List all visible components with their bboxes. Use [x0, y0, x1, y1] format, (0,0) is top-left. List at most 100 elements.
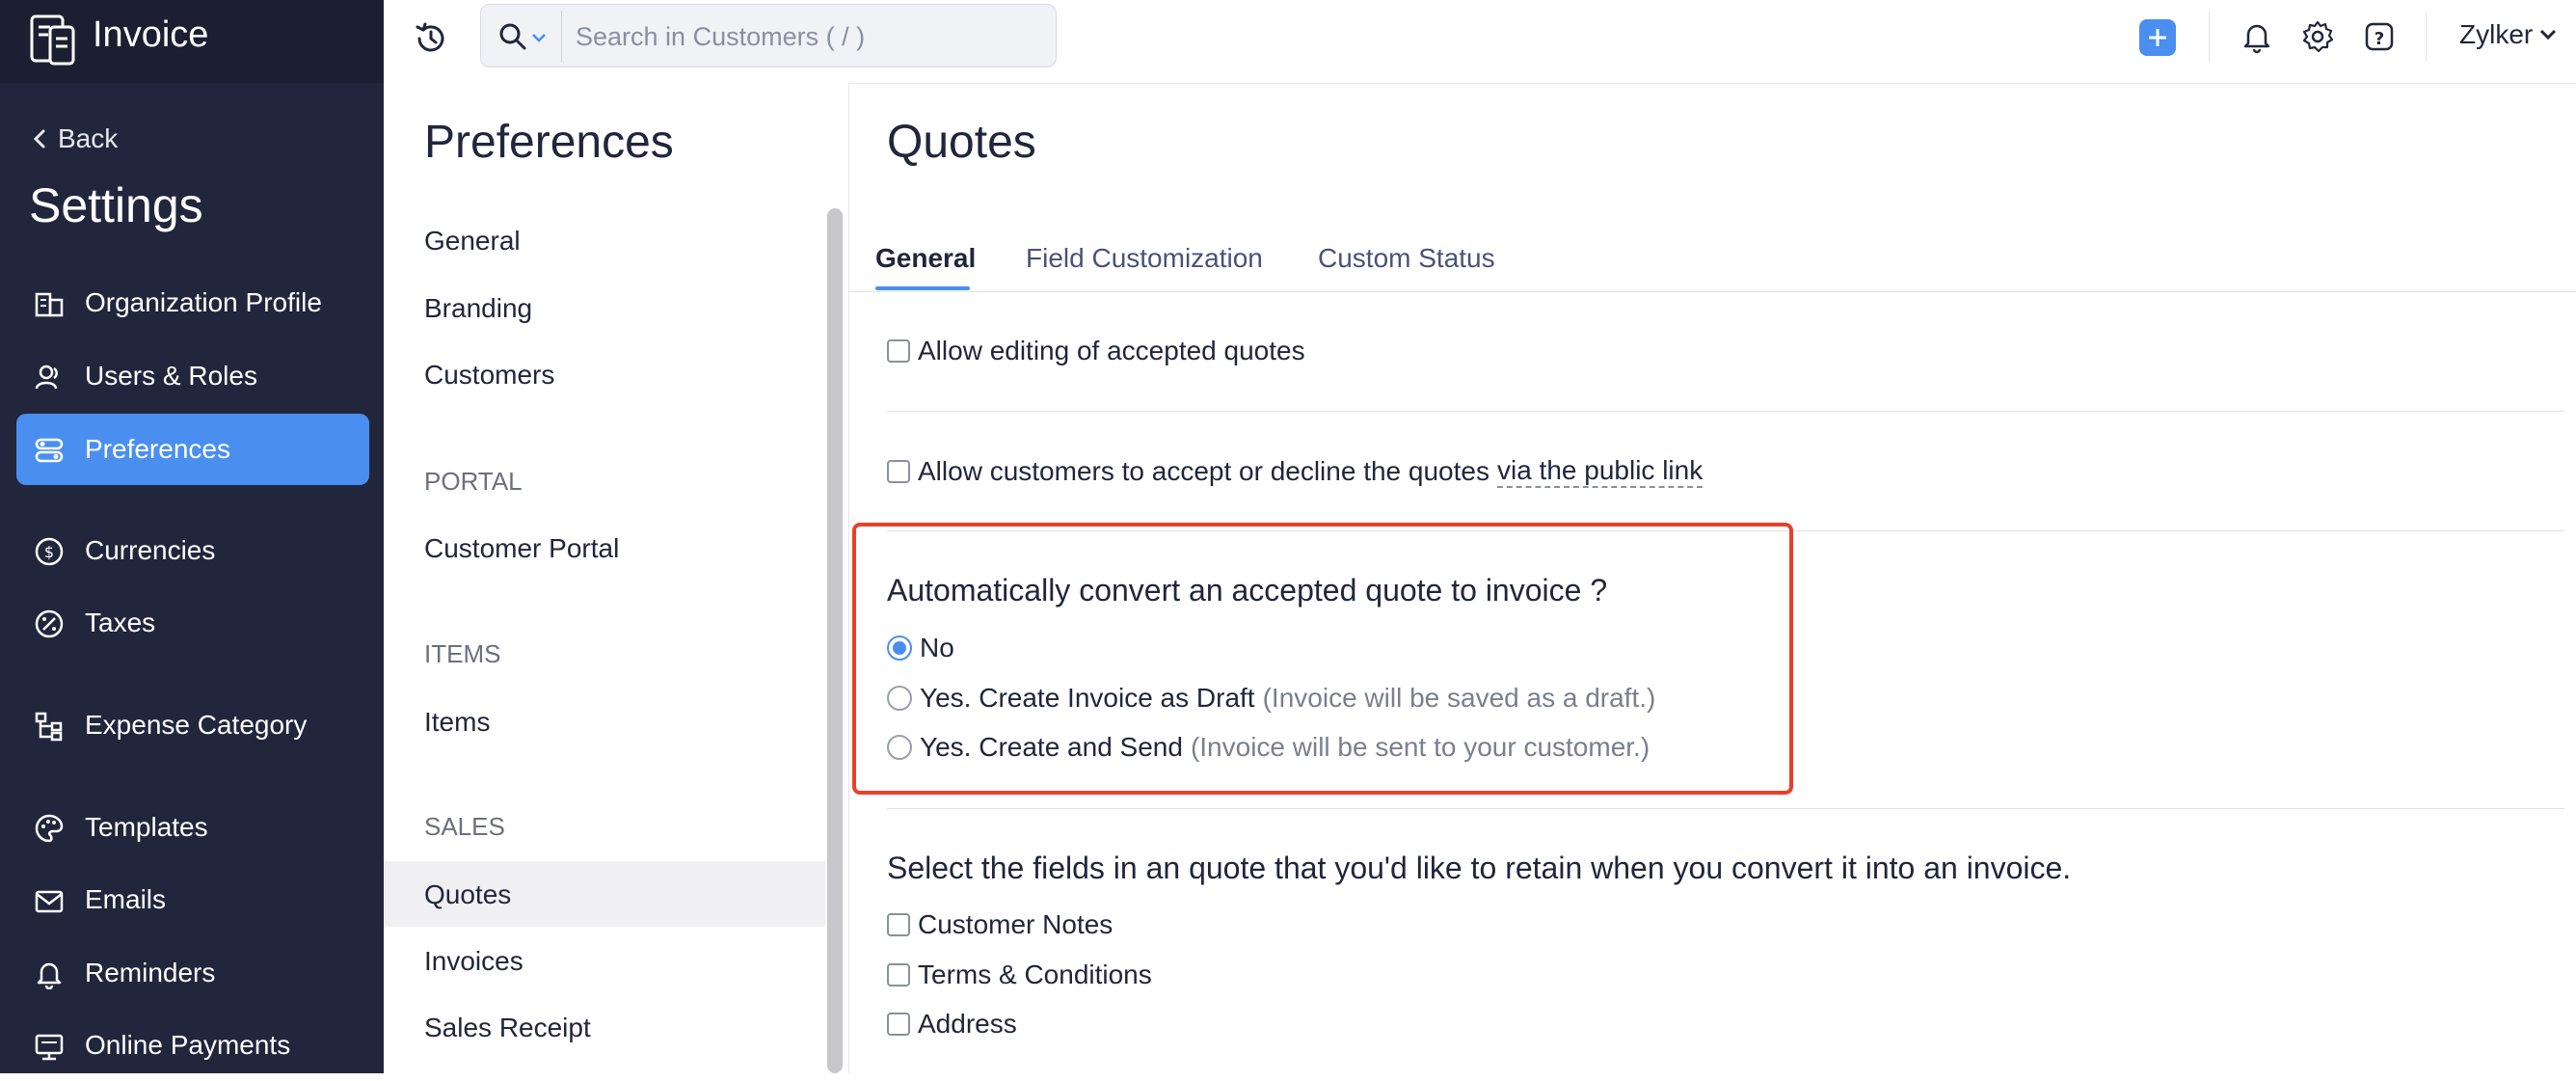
sidebar-item-label: Preferences: [85, 434, 230, 464]
address-checkbox[interactable]: [887, 1013, 910, 1036]
preferences-panel: Preferences General Branding Customers P…: [384, 83, 849, 1073]
email-icon: [35, 890, 64, 913]
sidebar-item-label: Currencies: [85, 535, 216, 565]
option-hint: (Invoice will be saved as a draft.): [1262, 683, 1656, 713]
pref-item-quotes[interactable]: Quotes: [424, 879, 511, 910]
payment-icon: [35, 1034, 64, 1061]
search-input[interactable]: [574, 16, 1040, 57]
option-hint: (Invoice will be sent to your customer.): [1190, 732, 1650, 762]
sidebar-item-label: Organization Profile: [85, 287, 322, 317]
tab-field-customization[interactable]: Field Customization: [1026, 243, 1263, 274]
retain-field-customer-notes[interactable]: Customer Notes: [887, 909, 1113, 940]
allow-accept-option[interactable]: Allow customers to accept or decline the…: [887, 455, 1704, 488]
retain-question: Select the fields in an quote that you'd…: [887, 851, 2072, 885]
currency-icon: $: [35, 537, 64, 566]
users-icon: [35, 365, 58, 390]
allow-editing-option[interactable]: Allow editing of accepted quotes: [887, 336, 1305, 366]
pref-item-customer-portal[interactable]: Customer Portal: [424, 533, 619, 564]
chevron-down-icon[interactable]: [531, 32, 547, 43]
back-label: Back: [58, 123, 119, 153]
page-title: Quotes: [887, 117, 1036, 168]
user-name: Zylker: [2459, 19, 2534, 49]
field-label: Address: [918, 1009, 1017, 1039]
field-label: Terms & Conditions: [918, 959, 1152, 989]
sidebar-item-label: Users & Roles: [85, 361, 257, 391]
main-content: Quotes General Field Customization Custo…: [848, 83, 2576, 1073]
convert-question: Automatically convert an accepted quote …: [887, 573, 1608, 608]
user-menu[interactable]: Zylker: [2459, 19, 2558, 50]
sidebar-item-reminders[interactable]: Reminders: [16, 937, 369, 1009]
retain-field-terms[interactable]: Terms & Conditions: [887, 959, 1152, 990]
sidebar-item-online-payments[interactable]: Online Payments: [16, 1010, 369, 1081]
retain-field-address[interactable]: Address: [887, 1009, 1017, 1040]
app-title: Invoice: [93, 14, 209, 55]
convert-option-send[interactable]: Yes. Create and Send (Invoice will be se…: [887, 732, 1650, 763]
tab-bar: General Field Customization Custom Statu…: [848, 218, 2576, 292]
sidebar-item-label: Emails: [85, 884, 167, 914]
settings-title: Settings: [29, 178, 203, 232]
pref-section-items: ITEMS: [424, 639, 501, 668]
convert-option-no[interactable]: No: [887, 633, 954, 663]
search-divider: [561, 11, 562, 63]
tax-icon: [35, 609, 64, 638]
toolbar-divider: [2426, 12, 2427, 62]
preferences-scrollbar[interactable]: [827, 208, 843, 1073]
public-link[interactable]: via the public link: [1496, 455, 1704, 488]
top-bar: ? Zylker: [384, 0, 2576, 84]
terms-checkbox[interactable]: [887, 963, 910, 986]
allow-editing-checkbox[interactable]: [887, 339, 910, 363]
radio-button[interactable]: [887, 635, 912, 661]
app-brand[interactable]: Invoice: [0, 0, 384, 83]
allow-editing-label: Allow editing of accepted quotes: [918, 336, 1305, 365]
allow-accept-label: Allow customers to accept or decline the…: [918, 456, 1489, 486]
tab-general[interactable]: General: [875, 243, 976, 274]
chevron-down-icon: [2540, 29, 2557, 41]
svg-text:?: ?: [2375, 29, 2384, 49]
pref-item-customers[interactable]: Customers: [424, 360, 554, 391]
pref-item-invoices[interactable]: Invoices: [424, 946, 523, 977]
quick-create-button[interactable]: [2139, 19, 2176, 56]
sidebar-item-users-roles[interactable]: Users & Roles: [16, 340, 369, 412]
notification-bell-icon[interactable]: [2240, 19, 2274, 54]
back-link[interactable]: Back: [31, 123, 118, 154]
sidebar-item-currencies[interactable]: $ Currencies: [16, 515, 369, 586]
chevron-left-icon: [33, 129, 45, 149]
sidebar-item-emails[interactable]: Emails: [16, 864, 369, 935]
convert-option-draft[interactable]: Yes. Create Invoice as Draft (Invoice wi…: [887, 683, 1655, 714]
plus-icon: [2149, 29, 2166, 46]
active-tab-indicator: [875, 286, 970, 290]
bell-icon: [37, 962, 62, 989]
sidebar: Invoice Back Settings Organization Profi…: [0, 0, 384, 1073]
toolbar-divider: [2209, 12, 2210, 62]
radio-button[interactable]: [887, 735, 912, 760]
settings-gear-icon[interactable]: [2300, 19, 2335, 54]
category-icon: [35, 712, 63, 742]
help-icon[interactable]: ?: [2362, 19, 2397, 54]
pref-item-branding[interactable]: Branding: [424, 293, 532, 324]
sidebar-item-taxes[interactable]: Taxes: [16, 587, 369, 659]
divider: [887, 808, 2564, 809]
tab-custom-status[interactable]: Custom Status: [1318, 243, 1495, 274]
pref-section-portal: PORTAL: [424, 467, 523, 496]
customer-notes-checkbox[interactable]: [887, 913, 910, 936]
allow-accept-checkbox[interactable]: [887, 460, 910, 483]
sidebar-item-templates[interactable]: Templates: [16, 792, 369, 863]
invoice-logo-icon: [30, 14, 75, 66]
history-icon[interactable]: [412, 19, 450, 58]
search-icon[interactable]: [498, 22, 527, 51]
preferences-icon: [35, 438, 64, 463]
palette-icon: [35, 814, 64, 843]
sidebar-item-label: Templates: [85, 812, 208, 842]
sidebar-item-preferences[interactable]: Preferences: [16, 414, 369, 485]
pref-item-general[interactable]: General: [424, 226, 521, 257]
pref-item-sales-receipt[interactable]: Sales Receipt: [424, 1013, 591, 1043]
option-label: No: [920, 633, 954, 662]
radio-button[interactable]: [887, 686, 912, 711]
sidebar-item-label: Taxes: [85, 608, 156, 637]
search-bar[interactable]: [480, 4, 1057, 68]
preferences-title: Preferences: [424, 117, 674, 168]
sidebar-item-organization-profile[interactable]: Organization Profile: [16, 267, 369, 338]
pref-item-items[interactable]: Items: [424, 707, 490, 738]
svg-text:$: $: [44, 543, 54, 561]
sidebar-item-expense-category[interactable]: Expense Category: [16, 689, 369, 761]
